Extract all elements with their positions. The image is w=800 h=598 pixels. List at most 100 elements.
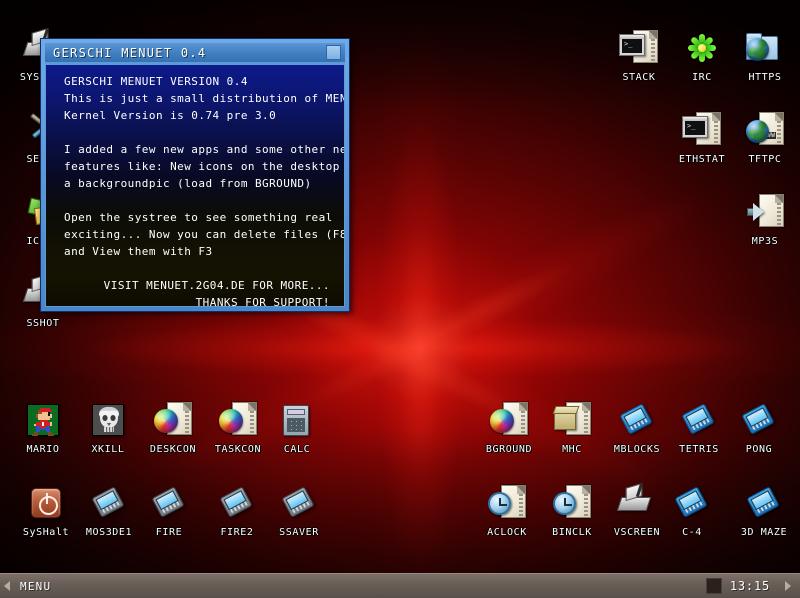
terminal-window-icon: >_ — [619, 34, 645, 56]
window-footer-spacer — [46, 260, 344, 277]
calculator-icon — [283, 405, 309, 436]
colorwheel-icon — [153, 400, 193, 440]
menu-button[interactable]: MENU — [14, 578, 61, 595]
terminal-window-icon: >_ — [682, 116, 708, 138]
desktop-icon-ssaver[interactable]: SSAVER — [262, 483, 336, 538]
desktop-icon-label: BINCLK — [552, 527, 592, 538]
handheld-device-icon — [219, 486, 253, 518]
speaker-icon — [747, 203, 767, 221]
document-lines-icon — [714, 117, 718, 143]
handheld-device-icon — [741, 403, 775, 435]
window-text-line — [46, 124, 344, 141]
scanner-icon — [616, 497, 652, 511]
desktop-icon-label: CALC — [283, 444, 311, 455]
desktop-icon-label: DESKCON — [149, 444, 197, 455]
desktop[interactable]: SYSTREESETUPICONSSSHOT>_STACKIRCHTTPS>_E… — [0, 0, 800, 598]
close-icon[interactable] — [326, 45, 341, 60]
window-text-line: This is just a small distribution of MEN… — [64, 92, 344, 105]
desktop-icon-label: XKILL — [91, 444, 125, 455]
desktop-icon-mp3s[interactable]: MP3S — [728, 192, 800, 247]
taskbar[interactable]: MENU 13:15 — [0, 573, 800, 598]
terminal-icon: >_ — [682, 110, 722, 150]
clock-icon — [488, 492, 511, 515]
window-footer-line: THANKS FOR SUPPORT! — [195, 296, 330, 306]
desktop-icon-binclk[interactable]: BINCLK — [535, 483, 609, 538]
window-text-line: exciting... Now you can delete files (F8… — [64, 228, 344, 241]
flower-center-icon — [698, 44, 706, 52]
pda-gray-icon — [149, 483, 189, 523]
desktop-icon-label: MP3S — [751, 236, 779, 247]
desktop-icon-aclock[interactable]: ACLOCK — [470, 483, 544, 538]
pda-blue-icon — [739, 400, 779, 440]
window-footer-block: VISIT MENUET.2G04.DE FOR MORE... THANKS F… — [46, 260, 344, 306]
clock-icon — [552, 483, 592, 523]
window-footer-line: VISIT MENUET.2G04.DE FOR MORE... — [103, 279, 330, 292]
desktop-icon-label: ACLOCK — [487, 527, 527, 538]
color-wheel-icon — [490, 409, 514, 433]
pda-blue-icon — [744, 483, 784, 523]
flower-icon — [688, 34, 716, 62]
globe-icon — [746, 120, 769, 143]
desktop-icon-label: SSAVER — [279, 527, 319, 538]
xkill-tile-icon — [88, 400, 128, 440]
handheld-device-icon — [151, 486, 185, 518]
color-wheel-icon — [154, 409, 178, 433]
window-text-line: Open the systree to see something real — [64, 211, 333, 224]
pda-gray-icon — [89, 483, 129, 523]
handheld-device-icon — [91, 486, 125, 518]
package-box-icon — [554, 410, 576, 430]
skull-portrait-icon — [92, 404, 124, 436]
left-arrow-icon[interactable] — [0, 574, 14, 598]
window-text-line: and View them with F3 — [64, 245, 213, 258]
folder-globe-icon — [745, 28, 785, 68]
desktop-icon-maze3d[interactable]: 3D MAZE — [727, 483, 800, 538]
pda-gray-icon — [279, 483, 319, 523]
colorwheel-icon — [218, 400, 258, 440]
window-body: GERSCHI MENUET VERSION 0.4 This is just a… — [46, 65, 344, 306]
desktop-icon-label: MARIO — [26, 444, 60, 455]
right-arrow-icon[interactable] — [780, 574, 796, 598]
window-text-block: GERSCHI MENUET VERSION 0.4 This is just a… — [46, 73, 344, 260]
desktop-icon-deskcon[interactable]: DESKCON — [136, 400, 210, 455]
pda-blue-icon — [679, 400, 719, 440]
window-text-line: Kernel Version is 0.74 pre 3.0 — [64, 109, 277, 122]
terminal-icon: >_ — [619, 28, 659, 68]
desktop-icon-pong[interactable]: PONG — [722, 400, 796, 455]
handheld-device-icon — [681, 403, 715, 435]
pda-blue-icon — [672, 483, 712, 523]
desktop-icon-label: MHC — [562, 444, 582, 455]
window-titlebar[interactable]: GERSCHI MENUET 0.4 — [45, 43, 345, 62]
color-wheel-icon — [219, 409, 243, 433]
window-title: GERSCHI MENUET 0.4 — [53, 45, 207, 60]
power-icon — [26, 483, 66, 523]
desktop-icon-label: TFTPC — [748, 154, 782, 165]
desktop-icon-label: C-4 — [682, 527, 702, 538]
desktop-icon-label: FIRE — [155, 527, 183, 538]
desktop-icon-https[interactable]: HTTPS — [728, 28, 800, 83]
desktop-icon-tftpc[interactable]: WWW TFTPC — [728, 110, 800, 165]
desktop-icon-mhc[interactable]: MHC — [535, 400, 609, 455]
desktop-icon-fire[interactable]: FIRE — [132, 483, 206, 538]
desktop-icon-xkill[interactable]: XKILL — [71, 400, 145, 455]
desktop-icon-calc[interactable]: CALC — [260, 400, 334, 455]
www-globe-icon: WWW — [745, 110, 785, 150]
taskbar-clock: 13:15 — [729, 579, 770, 593]
window-text-line: GERSCHI MENUET VERSION 0.4 — [64, 75, 248, 88]
desktop-icon-mario[interactable]: MARIO — [6, 400, 80, 455]
taskbar-app-slot[interactable] — [705, 578, 722, 594]
handheld-device-icon — [281, 486, 315, 518]
handheld-device-icon — [619, 403, 653, 435]
handheld-device-icon — [746, 486, 780, 518]
desktop-icon-label: 3D MAZE — [740, 527, 788, 538]
clock-icon — [553, 492, 576, 515]
window-gerschi-menuet[interactable]: GERSCHI MENUET 0.4 GERSCHI MENUET VERSIO… — [40, 38, 350, 312]
window-text-line: features like: New icons on the desktop … — [64, 160, 344, 173]
speaker-icon — [745, 192, 785, 232]
desktop-icon-c4[interactable]: C-4 — [655, 483, 729, 538]
left-arrow-glyph — [4, 581, 10, 591]
mario-portrait-icon — [27, 404, 59, 436]
calculator-icon — [277, 400, 317, 440]
right-arrow-glyph — [785, 581, 791, 591]
pda-gray-icon — [217, 483, 257, 523]
power-icon — [31, 488, 61, 518]
